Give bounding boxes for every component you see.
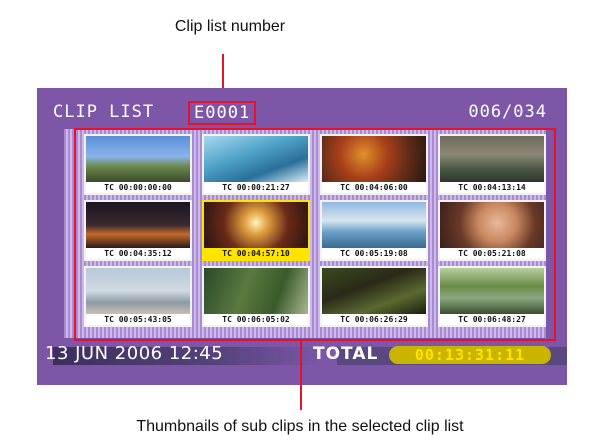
clip-count: 006/034 — [468, 102, 547, 122]
clip-list-number: E0001 — [188, 101, 257, 125]
callout-line-bottom — [300, 340, 302, 410]
callout-clip-list-number: Clip list number — [174, 18, 286, 35]
clip-list-screen: CLIP LIST E0001 006/034 TC 00:00:00:00 TC… — [37, 88, 567, 385]
thumbnail-grid-highlight — [74, 128, 556, 341]
clip-list-title: CLIP LIST — [53, 102, 155, 122]
callout-thumbnails: Thumbnails of sub clips in the selected … — [136, 418, 464, 435]
date-time: 13 JUN 2006 12:45 — [45, 343, 224, 364]
total-duration: 00:13:31:11 — [389, 346, 551, 364]
total-label: TOTAL — [313, 344, 379, 364]
status-footer: 13 JUN 2006 12:45 TOTAL 00:13:31:11 — [37, 343, 567, 365]
